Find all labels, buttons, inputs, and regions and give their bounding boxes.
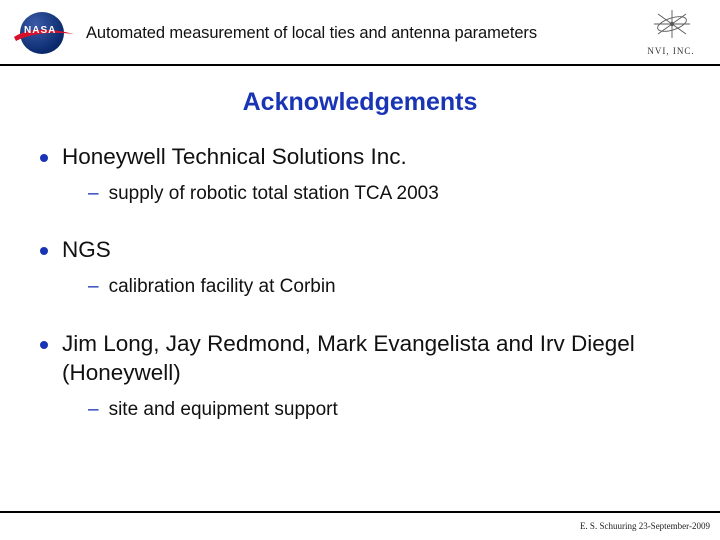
slide-body: Acknowledgements Honeywell Technical Sol…	[0, 66, 720, 422]
bullet-text: Honeywell Technical Solutions Inc.	[62, 143, 407, 172]
nasa-logo-icon: NASA	[14, 8, 76, 58]
footer-text: E. S. Schuuring 23-September-2009	[580, 521, 710, 531]
nvi-logo-icon: NVI, INC.	[636, 8, 706, 58]
list-item: Jim Long, Jay Redmond, Mark Evangelista …	[40, 330, 690, 422]
dash-icon: –	[88, 398, 99, 423]
sub-list-item: – calibration facility at Corbin	[88, 275, 690, 300]
nvi-logo-text: NVI, INC.	[636, 46, 706, 56]
bullet-text: Jim Long, Jay Redmond, Mark Evangelista …	[62, 330, 690, 388]
slide-title: Acknowledgements	[30, 88, 690, 117]
bullet-list: Honeywell Technical Solutions Inc. – sup…	[30, 143, 690, 422]
sub-bullet-text: site and equipment support	[109, 398, 338, 423]
bullet-icon	[40, 247, 48, 255]
slide-footer: E. S. Schuuring 23-September-2009	[0, 511, 720, 534]
dash-icon: –	[88, 275, 99, 300]
header-title: Automated measurement of local ties and …	[86, 24, 626, 43]
nasa-logo-text: NASA	[24, 25, 56, 36]
slide: NASA Automated measurement of local ties…	[0, 0, 720, 540]
sub-list-item: – site and equipment support	[88, 398, 690, 423]
bullet-text: NGS	[62, 236, 111, 265]
sub-bullet-text: calibration facility at Corbin	[109, 275, 336, 300]
list-item: Honeywell Technical Solutions Inc. – sup…	[40, 143, 690, 206]
slide-header: NASA Automated measurement of local ties…	[0, 0, 720, 66]
sub-bullet-text: supply of robotic total station TCA 2003	[109, 182, 439, 207]
bullet-icon	[40, 341, 48, 349]
sub-list-item: – supply of robotic total station TCA 20…	[88, 182, 690, 207]
list-item: NGS – calibration facility at Corbin	[40, 236, 690, 299]
dash-icon: –	[88, 182, 99, 207]
bullet-icon	[40, 154, 48, 162]
